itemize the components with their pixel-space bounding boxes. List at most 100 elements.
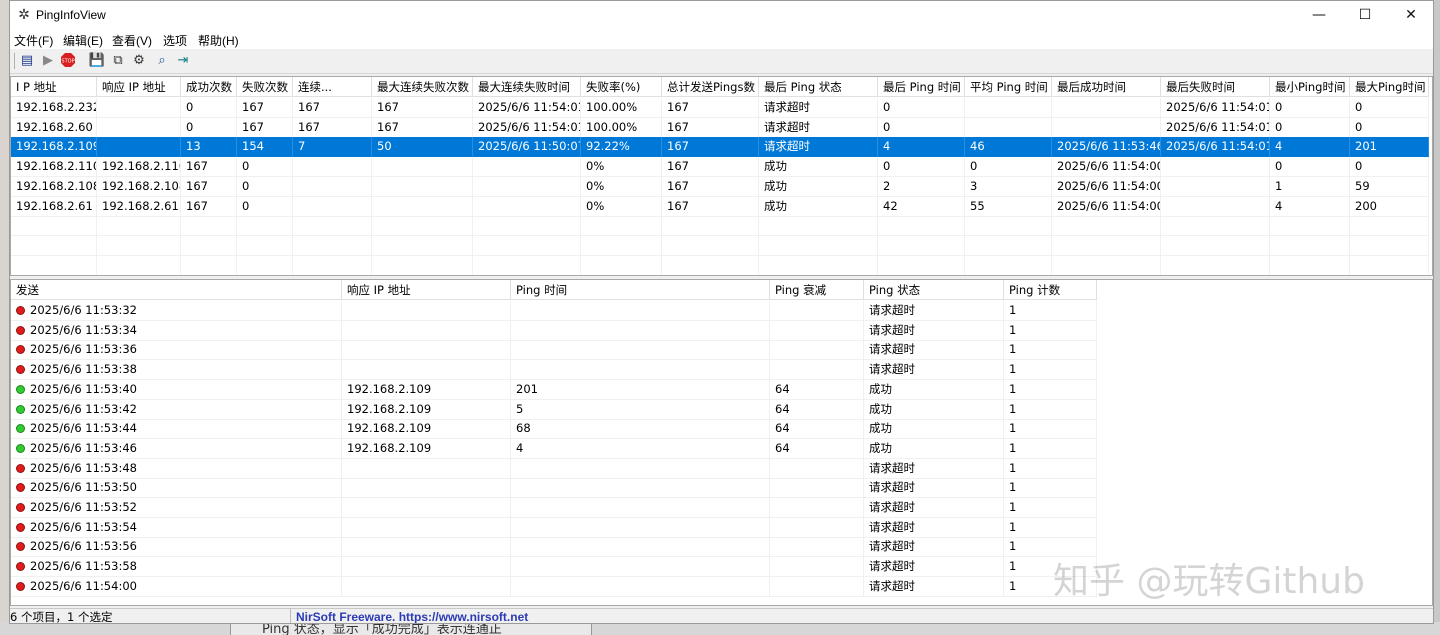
menu-help[interactable]: 帮助(H)	[198, 32, 239, 49]
cell-response-ip	[97, 117, 181, 138]
cell-sent-time: 2025/6/6 11:53:34	[11, 320, 342, 341]
close-button[interactable]: ✕	[1388, 1, 1433, 29]
history-row[interactable]: 2025/6/6 11:54:00 请求超时 1	[11, 576, 1097, 597]
failure-status-icon	[16, 483, 25, 493]
column-header-consecutive-fail[interactable]: 连续...	[293, 77, 372, 97]
cell-last-success-time: 2025/6/6 11:53:46	[1052, 137, 1161, 158]
cell-last-ping-status	[759, 235, 878, 256]
column-header-fail-count[interactable]: 失败次数	[237, 77, 293, 97]
column-header-min-ping-time[interactable]: 最小Ping时间	[1270, 77, 1350, 97]
save-icon[interactable]: 💾	[88, 52, 106, 70]
cell-ip-address: 192.168.2.60	[11, 117, 97, 138]
summary-row[interactable]	[11, 235, 1429, 256]
cell-response-ip	[97, 216, 181, 237]
summary-table[interactable]: I P 地址 响应 IP 地址 成功次数 失败次数 连续... 最大连续失败次数 最大连续失…	[10, 76, 1433, 276]
column-header-success-count[interactable]: 成功次数	[181, 77, 237, 97]
stop-icon[interactable]: STOP	[59, 52, 77, 70]
cell-max-ping-time: 201	[1350, 137, 1429, 158]
cell-response-ip: 192.168.2.108	[97, 176, 181, 197]
column-header-ping-status[interactable]: Ping 状态	[864, 280, 1004, 300]
cell-response-ip: 192.168.2.109	[342, 399, 511, 420]
cell-text: 2025/6/6 11:53:52	[30, 500, 137, 514]
column-header-last-success-time[interactable]: 最后成功时间	[1052, 77, 1161, 97]
summary-row[interactable]: 192.168.2.109 13 154 7 50 2025/6/6 11:50:07 92…	[11, 137, 1429, 158]
cell-avg-ping-time	[965, 255, 1052, 275]
column-header-last-ping-status[interactable]: 最后 Ping 状态	[759, 77, 878, 97]
summary-row[interactable]: 192.168.2.232 0 167 167 167 2025/6/6 11:54:01…	[11, 98, 1429, 118]
options-icon[interactable]: ⚙	[130, 52, 148, 70]
column-header-ping-count[interactable]: Ping 计数	[1004, 280, 1097, 300]
history-row[interactable]: 2025/6/6 11:53:56 请求超时 1	[11, 537, 1097, 558]
cell-ping-ttl: 64	[770, 379, 864, 400]
cell-ping-time: 201	[511, 379, 770, 400]
summary-row[interactable]: 192.168.2.108 192.168.2.108 167 0 0% 167 成功 2 3 2…	[11, 176, 1429, 197]
history-row[interactable]: 2025/6/6 11:53:50 请求超时 1	[11, 478, 1097, 499]
nirsoft-link[interactable]: NirSoft Freeware. https://www.nirsoft.ne…	[296, 609, 528, 623]
column-header-max-ping-time[interactable]: 最大Ping时间	[1350, 77, 1429, 97]
cell-ping-ttl: 64	[770, 399, 864, 420]
maximize-button[interactable]: ☐	[1342, 1, 1388, 29]
summary-row[interactable]: 192.168.2.110 192.168.2.110 167 0 0% 167 成功 0 0 2…	[11, 157, 1429, 178]
start-icon[interactable]: ▶	[39, 52, 57, 70]
cell-avg-ping-time	[965, 216, 1052, 237]
column-header-sent-time[interactable]: 发送	[11, 280, 342, 300]
cell-ping-status: 请求超时	[864, 576, 1004, 597]
find-icon[interactable]: ⌕	[153, 52, 171, 70]
cell-last-success-time: 2025/6/6 11:54:00	[1052, 176, 1161, 197]
column-header-ping-ttl[interactable]: Ping 衰减	[770, 280, 864, 300]
cell-max-consecutive-fail: 50	[372, 137, 473, 158]
summary-row[interactable]	[11, 255, 1429, 275]
history-row[interactable]: 2025/6/6 11:53:52 请求超时 1	[11, 498, 1097, 518]
column-header-max-consecutive-fail-time[interactable]: 最大连续失败时间	[473, 77, 581, 97]
column-header-last-ping-time[interactable]: 最后 Ping 时间	[878, 77, 965, 97]
column-header-fail-rate[interactable]: 失败率(%)	[581, 77, 662, 97]
column-header-avg-ping-time[interactable]: 平均 Ping 时间	[965, 77, 1052, 97]
history-row[interactable]: 2025/6/6 11:53:46 192.168.2.109 4 64 成功 1	[11, 438, 1097, 459]
history-row[interactable]: 2025/6/6 11:53:48 请求超时 1	[11, 458, 1097, 479]
cell-text: 2025/6/6 11:53:58	[30, 559, 137, 574]
copy-icon[interactable]: ⧉	[109, 52, 127, 70]
history-row[interactable]: 2025/6/6 11:53:32 请求超时 1	[11, 301, 1097, 321]
column-header-total-sent[interactable]: 总计发送Pings数	[662, 77, 759, 97]
summary-row[interactable]: 192.168.2.61 192.168.2.61 167 0 0% 167 成功 42 55 2…	[11, 196, 1429, 217]
cell-last-ping-status: 成功	[759, 157, 878, 178]
column-header-ping-time[interactable]: Ping 时间	[511, 280, 770, 300]
minimize-button[interactable]: —	[1296, 1, 1342, 29]
cell-avg-ping-time	[965, 98, 1052, 118]
column-header-last-fail-time[interactable]: 最后失败时间	[1161, 77, 1270, 97]
history-row[interactable]: 2025/6/6 11:53:38 请求超时 1	[11, 360, 1097, 381]
history-row[interactable]: 2025/6/6 11:53:42 192.168.2.109 5 64 成功 1	[11, 399, 1097, 420]
cell-response-ip	[342, 301, 511, 321]
menu-options[interactable]: 选项	[163, 32, 187, 49]
column-header-response-ip[interactable]: 响应 IP 地址	[342, 280, 511, 300]
cell-ping-time	[511, 576, 770, 597]
summary-row[interactable]	[11, 216, 1429, 237]
history-row[interactable]: 2025/6/6 11:53:40 192.168.2.109 201 64 成功 1	[11, 379, 1097, 400]
cell-success-count	[181, 255, 237, 275]
cell-ping-time	[511, 458, 770, 479]
summary-row[interactable]: 192.168.2.60 0 167 167 167 2025/6/6 11:54:01 1…	[11, 117, 1429, 138]
history-row[interactable]: 2025/6/6 11:53:36 请求超时 1	[11, 340, 1097, 361]
column-header-max-consecutive-fail[interactable]: 最大连续失败次数	[372, 77, 473, 97]
history-row[interactable]: 2025/6/6 11:53:58 请求超时 1	[11, 557, 1097, 578]
history-row[interactable]: 2025/6/6 11:53:54 请求超时 1	[11, 517, 1097, 538]
history-row[interactable]: 2025/6/6 11:53:34 请求超时 1	[11, 320, 1097, 341]
cell-max-consecutive-fail-time	[473, 255, 581, 275]
menu-edit[interactable]: 编辑(E)	[63, 32, 103, 49]
column-header-response-ip[interactable]: 响应 IP 地址	[97, 77, 181, 97]
cell-fail-rate: 0%	[581, 157, 662, 178]
cell-sent-time: 2025/6/6 11:53:36	[11, 340, 342, 361]
exit-icon[interactable]: ⇥	[174, 52, 192, 70]
menu-file[interactable]: 文件(F)	[14, 32, 53, 49]
cell-fail-count	[237, 216, 293, 237]
properties-icon[interactable]: ▤	[18, 52, 36, 70]
cell-ping-status: 成功	[864, 399, 1004, 420]
svg-text:STOP: STOP	[61, 59, 74, 65]
cell-last-ping-time: 4	[878, 137, 965, 158]
history-row[interactable]: 2025/6/6 11:53:44 192.168.2.109 68 64 成功 1	[11, 419, 1097, 440]
cell-ping-time	[511, 320, 770, 341]
cell-consecutive-fail	[293, 157, 372, 178]
cell-ping-time: 5	[511, 399, 770, 420]
menu-view[interactable]: 查看(V)	[112, 32, 152, 49]
column-header-ip-address[interactable]: I P 地址	[11, 77, 97, 97]
